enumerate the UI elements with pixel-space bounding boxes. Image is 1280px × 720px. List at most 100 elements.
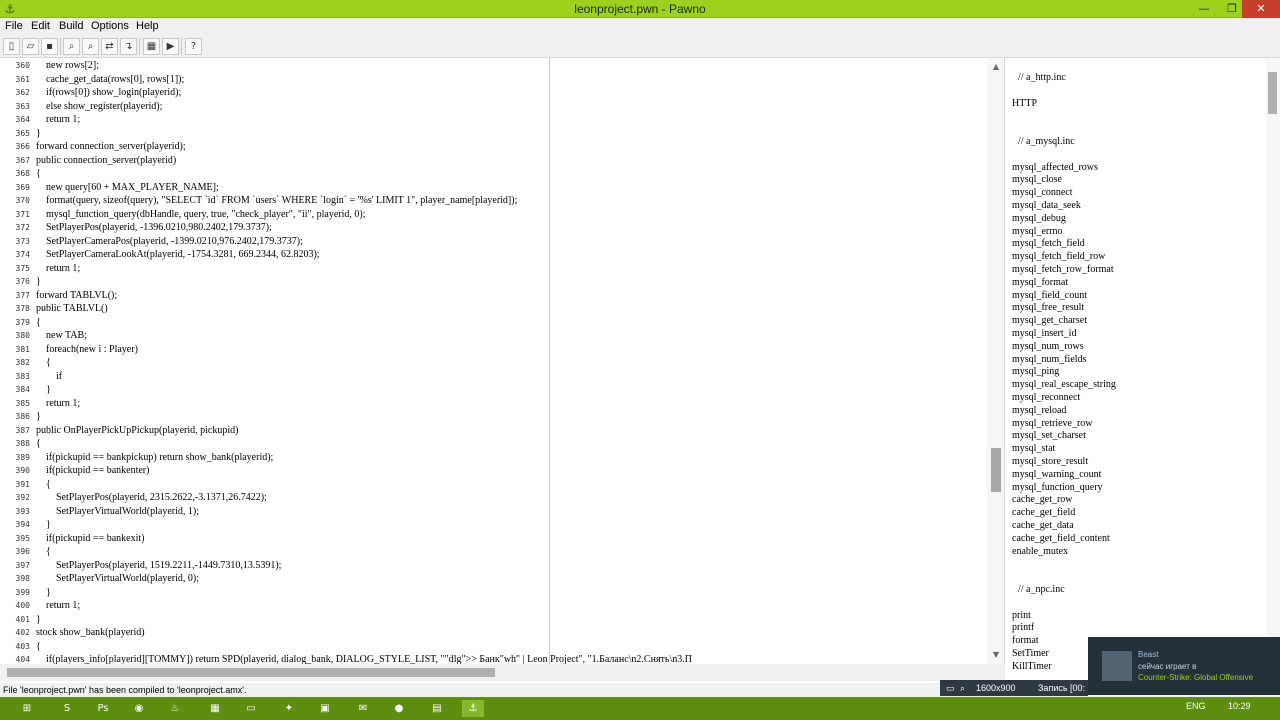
function-list-scrollbar[interactable] — [1266, 58, 1280, 683]
function-list-item[interactable]: enable_mutex — [1012, 546, 1068, 559]
code-line[interactable]: if(players_info[playerid][TOMMY]) return… — [36, 653, 692, 664]
photoshop-icon[interactable]: Ps — [94, 700, 112, 717]
pawno-icon[interactable]: ⚓ — [462, 700, 484, 717]
function-list-item[interactable]: mysql_free_result — [1012, 302, 1084, 315]
editor-horizontal-scrollbar[interactable] — [0, 664, 1005, 681]
goto-icon[interactable]: ↴ — [120, 38, 137, 55]
code-line[interactable]: new rows[2]; — [36, 59, 99, 73]
function-list-item[interactable]: mysql_function_query — [1012, 482, 1103, 495]
skype-icon[interactable]: S — [58, 700, 76, 717]
code-line[interactable]: SetPlayerPos(playerid, -1396.0210,980.24… — [36, 221, 272, 235]
menu-options[interactable]: Options — [91, 20, 129, 32]
function-list-item[interactable]: mysql_format — [1012, 277, 1068, 290]
code-line[interactable]: { — [36, 437, 41, 451]
code-line[interactable]: SetPlayerPos(playerid, 2315.2622,-3.1371… — [36, 491, 267, 505]
code-line[interactable]: public TABLVL() — [36, 302, 108, 316]
code-line[interactable]: } — [36, 410, 41, 424]
code-line[interactable]: SetPlayerCameraPos(playerid, -1399.0210,… — [36, 235, 303, 249]
function-list-item[interactable]: mysql_store_result — [1012, 456, 1088, 469]
code-line[interactable]: cache_get_data(rows[0], rows[1]); — [36, 73, 184, 87]
code-line[interactable]: } — [36, 275, 41, 289]
function-list-item[interactable]: mysql_stat — [1012, 443, 1055, 456]
code-line[interactable]: SetPlayerCameraLookAt(playerid, -1754.32… — [36, 248, 320, 262]
code-line[interactable]: return 1; — [36, 599, 80, 613]
close-button[interactable]: ✕ — [1242, 0, 1280, 18]
function-list-item[interactable]: mysql_reconnect — [1012, 392, 1080, 405]
code-line[interactable]: { — [36, 316, 41, 330]
mail-icon[interactable]: ✉ — [354, 700, 372, 717]
clock[interactable]: 10:29 — [1228, 701, 1251, 711]
function-list-item[interactable]: mysql_errno — [1012, 226, 1063, 239]
menu-edit[interactable]: Edit — [31, 20, 50, 32]
code-line[interactable]: forward connection_server(playerid); — [36, 140, 186, 154]
function-list-item[interactable]: printf — [1012, 622, 1034, 635]
start-icon[interactable]: ⊞ — [18, 700, 36, 717]
code-line[interactable]: { — [36, 640, 41, 654]
function-list-item[interactable]: mysql_real_escape_string — [1012, 379, 1116, 392]
code-line[interactable]: if — [36, 370, 62, 384]
function-list-item[interactable]: mysql_fetch_field_row — [1012, 251, 1105, 264]
code-line[interactable]: } — [36, 518, 51, 532]
menu-file[interactable]: File — [5, 20, 23, 32]
function-list-item[interactable]: mysql_connect — [1012, 187, 1073, 200]
app-icon[interactable]: ▣ — [316, 700, 334, 717]
code-line[interactable]: return 1; — [36, 262, 80, 276]
code-line[interactable]: foreach(new i : Player) — [36, 343, 138, 357]
code-line[interactable]: } — [36, 127, 41, 141]
scroll-thumb[interactable] — [991, 448, 1001, 492]
code-line[interactable]: else show_register(playerid); — [36, 100, 162, 114]
function-list-item[interactable]: cache_get_row — [1012, 494, 1073, 507]
code-editor[interactable]: 360 361 362 363 364 365 366 367 368 369 370 371 372 3… — [0, 58, 1005, 664]
code-line[interactable]: SetPlayerVirtualWorld(playerid, 1); — [36, 505, 199, 519]
code-line[interactable]: forward TABLVL(); — [36, 289, 117, 303]
code-line[interactable]: { — [36, 478, 51, 492]
replace-icon[interactable]: ⇄ — [101, 38, 118, 55]
function-list-panel[interactable]: // a_http.inc HTTP // a_mysql.inc mysql_aff… — [1010, 58, 1280, 683]
code-line[interactable]: if(rows[0]) show_login(playerid); — [36, 86, 181, 100]
function-list-scroll-thumb[interactable] — [1268, 72, 1277, 114]
function-list-item[interactable]: mysql_ping — [1012, 366, 1059, 379]
chrome-icon[interactable]: ◉ — [130, 700, 148, 717]
code-line[interactable]: return 1; — [36, 397, 80, 411]
code-line[interactable]: if(pickupid == bankpickup) return show_b… — [36, 451, 273, 465]
code-line[interactable]: } — [36, 613, 41, 627]
code-area[interactable]: new rows[2]; cache_get_data(rows[0], row… — [36, 58, 996, 664]
function-list-item[interactable]: mysql_set_charset — [1012, 430, 1086, 443]
save-icon[interactable]: ▪ — [41, 38, 58, 55]
keyboard-language[interactable]: ENG — [1186, 701, 1206, 711]
new-file-icon[interactable]: ▯ — [3, 38, 20, 55]
function-list-item[interactable]: mysql_field_count — [1012, 290, 1087, 303]
function-list-item[interactable]: cache_get_field — [1012, 507, 1075, 520]
code-line[interactable]: new TAB; — [36, 329, 87, 343]
function-list-item[interactable]: mysql_num_fields — [1012, 354, 1086, 367]
function-list-item[interactable]: mysql_reload — [1012, 405, 1066, 418]
editor-vertical-scrollbar[interactable]: ▲ ▼ — [987, 58, 1004, 664]
run-icon[interactable]: ▶ — [162, 38, 179, 55]
function-list-item[interactable]: mysql_affected_rows — [1012, 162, 1098, 175]
app-icon[interactable]: ✦ — [280, 700, 298, 717]
code-line[interactable]: format(query, sizeof(query), "SELECT `id… — [36, 194, 517, 208]
function-list-item[interactable]: mysql_debug — [1012, 213, 1066, 226]
code-line[interactable]: } — [36, 586, 51, 600]
function-list-item[interactable]: HTTP — [1012, 98, 1037, 111]
function-list-item[interactable]: mysql_close — [1012, 174, 1062, 187]
compile-icon[interactable]: ▦ — [143, 38, 160, 55]
code-line[interactable]: public connection_server(playerid) — [36, 154, 176, 168]
code-line[interactable]: } — [36, 383, 51, 397]
scroll-up-icon[interactable]: ▲ — [990, 62, 1002, 72]
function-list-item[interactable]: mysql_num_rows — [1012, 341, 1084, 354]
code-line[interactable]: { — [36, 167, 41, 181]
code-line[interactable]: public OnPlayerPickUpPickup(playerid, pi… — [36, 424, 238, 438]
scroll-down-icon[interactable]: ▼ — [990, 650, 1002, 660]
app-icon[interactable]: ▦ — [206, 700, 224, 717]
app-icon[interactable]: ● — [390, 700, 408, 717]
open-file-icon[interactable]: ▱ — [22, 38, 39, 55]
menu-help[interactable]: Help — [136, 20, 159, 32]
function-list-item[interactable]: cache_get_data — [1012, 520, 1074, 533]
help-icon[interactable]: ? — [185, 38, 202, 55]
function-list-item[interactable]: mysql_insert_id — [1012, 328, 1076, 341]
code-line[interactable]: SetPlayerVirtualWorld(playerid, 0); — [36, 572, 199, 586]
function-list-item[interactable]: KillTimer — [1012, 661, 1052, 674]
function-list-item[interactable]: cache_get_field_content — [1012, 533, 1110, 546]
function-list-item[interactable]: print — [1012, 610, 1031, 623]
